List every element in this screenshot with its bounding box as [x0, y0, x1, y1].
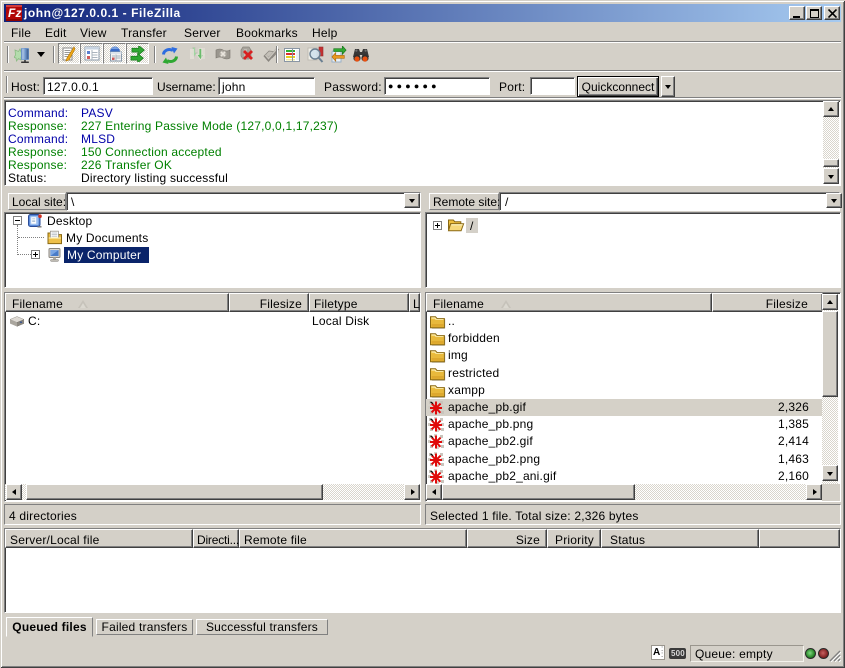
- svg-text:Fz: Fz: [8, 6, 22, 20]
